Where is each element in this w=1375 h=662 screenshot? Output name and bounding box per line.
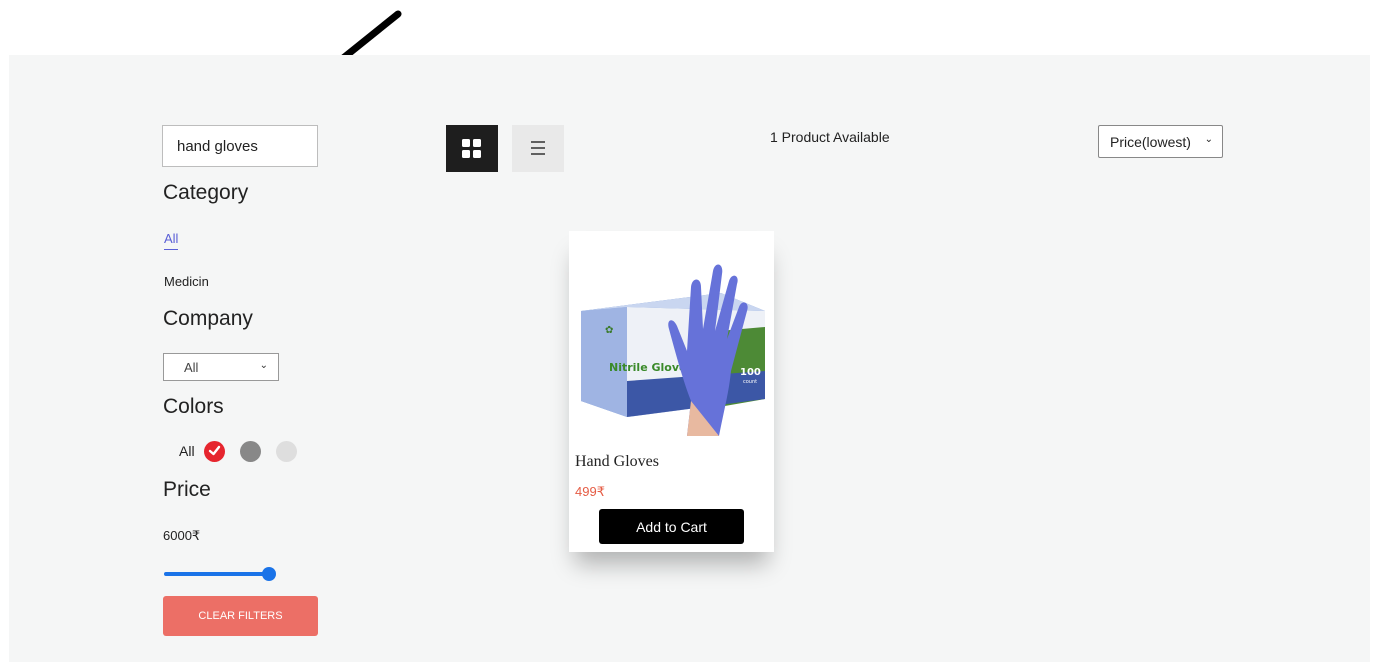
list-view-icon xyxy=(531,141,545,155)
shop-panel: Category All Medicin Company All ⌄ Color… xyxy=(9,55,1370,662)
category-medicin-link[interactable]: Medicin xyxy=(164,274,209,289)
box-count-sub: count xyxy=(743,379,757,385)
company-heading: Company xyxy=(163,307,253,330)
product-count: 1 Product Available xyxy=(770,129,890,145)
chevron-down-icon: ⌄ xyxy=(259,360,268,371)
grid-view-button[interactable] xyxy=(446,125,498,172)
company-select-value: All xyxy=(184,360,199,375)
color-swatch-light[interactable] xyxy=(275,440,297,462)
color-swatch-gray[interactable] xyxy=(239,440,261,462)
product-card[interactable]: ✿ Nitrile Glove 100 count Hand Gloves 49… xyxy=(569,231,774,552)
product-image: ✿ Nitrile Glove 100 count xyxy=(569,231,774,436)
price-slider[interactable] xyxy=(164,567,276,581)
color-swatch-red[interactable] xyxy=(203,440,225,462)
company-select[interactable]: All ⌄ xyxy=(163,353,279,381)
list-view-button[interactable] xyxy=(512,125,564,172)
category-all-link[interactable]: All xyxy=(164,231,179,250)
color-all-option[interactable]: All xyxy=(179,443,195,459)
brand-logo: ✿ xyxy=(605,325,613,336)
price-heading: Price xyxy=(163,478,211,501)
price-value: 6000₹ xyxy=(163,528,201,543)
chevron-down-icon: ⌄ xyxy=(1204,134,1213,145)
box-count-badge: 100 xyxy=(740,367,761,378)
sort-select-value: Price(lowest) xyxy=(1110,134,1191,150)
add-to-cart-button[interactable]: Add to Cart xyxy=(599,509,744,544)
check-icon xyxy=(208,445,220,455)
product-box-label: Nitrile Glove xyxy=(609,361,686,374)
price-slider-fill xyxy=(164,572,269,576)
price-slider-thumb[interactable] xyxy=(262,567,276,581)
sort-select[interactable]: Price(lowest) ⌄ xyxy=(1098,125,1223,158)
category-heading: Category xyxy=(163,181,249,204)
product-name: Hand Gloves xyxy=(575,453,659,470)
clear-filters-button[interactable]: CLEAR FILTERS xyxy=(163,596,318,636)
grid-view-icon xyxy=(462,139,481,158)
search-input[interactable] xyxy=(162,125,318,167)
colors-heading: Colors xyxy=(163,395,224,418)
color-options: All xyxy=(179,439,312,463)
product-price: 499₹ xyxy=(575,484,605,499)
